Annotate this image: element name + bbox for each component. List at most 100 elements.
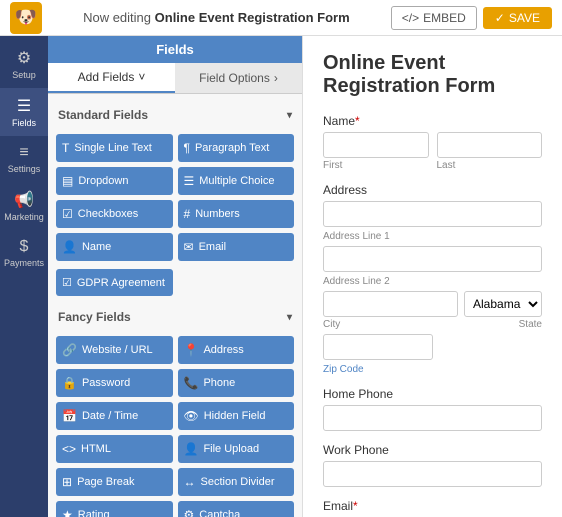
city-state-row: Alabama: [323, 291, 542, 317]
section-divider-label: Section Divider: [201, 476, 275, 488]
field-btn-rating[interactable]: ★ Rating: [56, 501, 173, 517]
work-phone-input[interactable]: [323, 461, 542, 487]
preview-panel: Online Event Registration Form Name* Fir…: [303, 36, 562, 517]
sidebar-item-payments[interactable]: $ Payments: [0, 230, 48, 276]
field-btn-datetime[interactable]: 📅 Date / Time: [56, 402, 173, 430]
city-label-wrap: City: [323, 317, 513, 330]
field-btn-numbers[interactable]: # Numbers: [178, 200, 295, 228]
zip-input[interactable]: [323, 334, 433, 360]
fancy-chevron-icon: ▾: [287, 312, 292, 323]
standard-section-label: Standard Fields: [58, 108, 148, 122]
state-select[interactable]: Alabama: [464, 291, 542, 317]
standard-fields-section: Standard Fields ▾: [56, 102, 294, 128]
chevron-down-icon: ˅: [138, 70, 145, 84]
sidebar-item-settings-label: Settings: [8, 164, 41, 174]
password-icon: 🔒: [62, 376, 77, 390]
fields-panel: Fields Add Fields ˅ Field Options › Stan…: [48, 36, 303, 517]
address-line2-input[interactable]: [323, 246, 542, 272]
field-btn-captcha[interactable]: ⚙ Captcha: [178, 501, 295, 517]
phone-icon: 📞: [184, 376, 199, 390]
top-bar-actions: </> EMBED ✓ SAVE: [391, 6, 552, 30]
payments-icon: $: [20, 238, 29, 256]
paragraph-icon: ¶: [184, 141, 190, 155]
main-layout: ⚙ Setup ☰ Fields ≡ Settings 📢 Marketing …: [0, 36, 562, 517]
work-phone-label: Work Phone: [323, 443, 542, 457]
state-label: State: [519, 319, 542, 330]
form-name: Online Event Registration Form: [155, 10, 350, 25]
field-btn-section-divider[interactable]: ↔ Section Divider: [178, 468, 295, 496]
field-btn-single-line[interactable]: T Single Line Text: [56, 134, 173, 162]
tab-field-options[interactable]: Field Options ›: [175, 63, 302, 93]
gdpr-label: GDPR Agreement: [77, 277, 165, 289]
section-divider-icon: ↔: [184, 475, 196, 489]
multiple-choice-label: Multiple Choice: [199, 175, 274, 187]
home-phone-input[interactable]: [323, 405, 542, 431]
name-first-input[interactable]: [323, 132, 429, 158]
page-break-label: Page Break: [77, 476, 134, 488]
form-field-home-phone: Home Phone: [323, 387, 542, 431]
rating-label: Rating: [78, 509, 110, 517]
file-upload-icon: 👤: [184, 442, 199, 456]
field-btn-password[interactable]: 🔒 Password: [56, 369, 173, 397]
form-field-name: Name* First Last: [323, 114, 542, 171]
city-label: City: [323, 319, 513, 330]
address-line1-input[interactable]: [323, 201, 542, 227]
city-input[interactable]: [323, 291, 458, 317]
home-phone-label: Home Phone: [323, 387, 542, 401]
sidebar-item-setup[interactable]: ⚙ Setup: [0, 40, 48, 88]
field-btn-phone[interactable]: 📞 Phone: [178, 369, 295, 397]
sidebar-item-fields[interactable]: ☰ Fields: [0, 88, 48, 136]
numbers-icon: #: [184, 207, 191, 221]
form-field-work-phone: Work Phone: [323, 443, 542, 487]
zip-label: Zip Code: [323, 364, 542, 375]
sidebar-item-settings[interactable]: ≡ Settings: [0, 136, 48, 182]
multiple-choice-icon: ☰: [184, 174, 195, 188]
numbers-label: Numbers: [195, 208, 240, 220]
website-label: Website / URL: [82, 344, 153, 356]
field-btn-hidden[interactable]: 👁 Hidden Field: [178, 402, 295, 430]
field-btn-email[interactable]: ✉ Email: [178, 233, 295, 261]
field-options-label: Field Options: [199, 71, 270, 85]
field-btn-multiple-choice[interactable]: ☰ Multiple Choice: [178, 167, 295, 195]
datetime-label: Date / Time: [82, 410, 138, 422]
field-btn-html[interactable]: <> HTML: [56, 435, 173, 463]
fancy-fields-grid: 🔗 Website / URL 📍 Address 🔒 Password 📞 P…: [56, 336, 294, 517]
sidebar-item-marketing[interactable]: 📢 Marketing: [0, 182, 48, 230]
single-line-label: Single Line Text: [74, 142, 151, 154]
standard-fields-grid: T Single Line Text ¶ Paragraph Text ▤ Dr…: [56, 134, 294, 261]
fancy-fields-section: Fancy Fields ▾: [56, 304, 294, 330]
name-icon: 👤: [62, 240, 77, 254]
name-fields-row: First Last: [323, 132, 542, 171]
address-icon: 📍: [184, 343, 199, 357]
tab-add-fields[interactable]: Add Fields ˅: [48, 63, 175, 93]
captcha-label: Captcha: [199, 509, 240, 517]
state-label-wrap: State: [519, 317, 542, 330]
embed-button[interactable]: </> EMBED: [391, 6, 477, 30]
field-btn-paragraph[interactable]: ¶ Paragraph Text: [178, 134, 295, 162]
password-label: Password: [82, 377, 130, 389]
field-btn-page-break[interactable]: ⊞ Page Break: [56, 468, 173, 496]
city-state-labels: City State: [323, 317, 542, 330]
preview-form-title: Online Event Registration Form: [323, 52, 542, 98]
name-required: *: [355, 114, 360, 128]
name-last-part: Last: [437, 132, 543, 171]
add-fields-label: Add Fields: [78, 70, 135, 84]
sidebar-item-marketing-label: Marketing: [4, 212, 44, 222]
sidebar-nav: ⚙ Setup ☰ Fields ≡ Settings 📢 Marketing …: [0, 36, 48, 517]
save-button[interactable]: ✓ SAVE: [483, 7, 552, 29]
field-btn-website[interactable]: 🔗 Website / URL: [56, 336, 173, 364]
fields-tabs: Add Fields ˅ Field Options ›: [48, 63, 302, 94]
address-line1-label: Address Line 1: [323, 231, 542, 242]
field-btn-gdpr[interactable]: ☑ GDPR Agreement: [56, 269, 173, 296]
email-label: Email: [199, 241, 227, 253]
name-last-input[interactable]: [437, 132, 543, 158]
field-btn-dropdown[interactable]: ▤ Dropdown: [56, 167, 173, 195]
address-field-label: Address: [323, 183, 542, 197]
logo: 🐶: [10, 2, 42, 34]
field-btn-address[interactable]: 📍 Address: [178, 336, 295, 364]
rating-icon: ★: [62, 508, 73, 517]
field-btn-checkboxes[interactable]: ☑ Checkboxes: [56, 200, 173, 228]
standard-chevron-icon: ▾: [287, 110, 292, 121]
field-btn-name[interactable]: 👤 Name: [56, 233, 173, 261]
field-btn-file-upload[interactable]: 👤 File Upload: [178, 435, 295, 463]
